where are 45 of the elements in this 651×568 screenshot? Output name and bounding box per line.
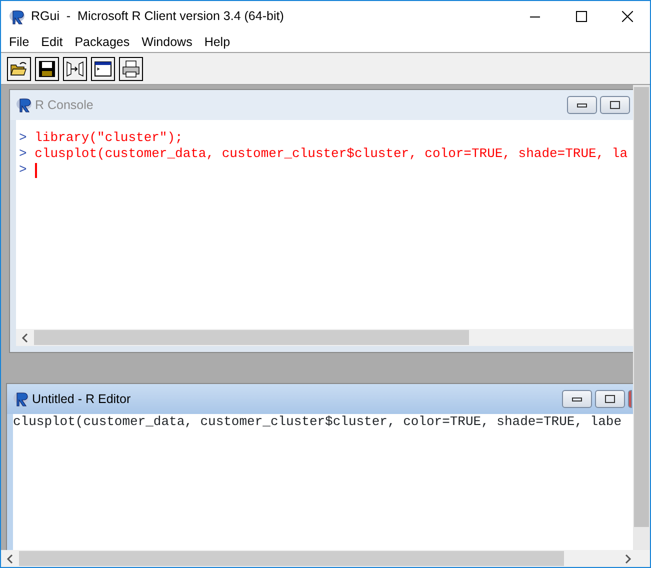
vertical-scrollbar[interactable] (633, 85, 650, 550)
restore-icon (605, 395, 615, 403)
code-line: clusplot(customer_data, customer_cluster$cluster, color=TRUE, shade=TRUE, la (34, 146, 628, 162)
scrollbar-thumb[interactable] (19, 551, 564, 566)
prompt-symbol: > (19, 130, 27, 146)
open-folder-icon (10, 60, 28, 78)
printer-icon (122, 60, 140, 78)
load-arrow-icon (66, 60, 84, 78)
window-title: Untitled - R Editor (32, 390, 132, 408)
console-window-icon (94, 60, 112, 78)
window-title: R Console (35, 96, 94, 114)
save-button[interactable] (35, 56, 59, 80)
restore-icon (610, 101, 620, 109)
open-button[interactable] (7, 56, 31, 80)
maximize-icon (576, 11, 586, 22)
r-logo-icon (16, 97, 32, 113)
restore-button[interactable] (595, 390, 625, 408)
prompt-symbol: > (19, 146, 27, 162)
code-line: clusplot(customer_data, customer_cluster$cluster, color=TRUE, shade=TRUE, labe (13, 414, 622, 430)
code-line: library("cluster"); (34, 130, 183, 146)
horizontal-scrollbar[interactable] (1, 550, 650, 567)
menu-item[interactable]: Edit (35, 34, 69, 50)
minimize-button[interactable] (567, 96, 597, 114)
menu-item[interactable]: File (3, 34, 36, 50)
minimize-icon (577, 102, 587, 108)
close-icon (622, 11, 632, 22)
menu-item[interactable]: Packages (68, 34, 136, 50)
menu-item[interactable]: Windows (136, 34, 198, 50)
restore-button[interactable] (600, 96, 630, 114)
scrollbar-thumb[interactable] (34, 330, 469, 345)
r-logo-icon (13, 391, 29, 407)
scroll-right-icon[interactable] (623, 554, 633, 564)
print-button[interactable] (119, 56, 143, 80)
window-title: RGui - Microsoft R Client version 3.4 (64-bit) (31, 8, 285, 26)
minimize-icon (572, 396, 582, 402)
r-logo-icon (9, 8, 25, 24)
prompt-symbol: > (19, 162, 27, 178)
minimize-button[interactable] (562, 390, 592, 408)
scroll-left-icon[interactable] (20, 332, 30, 342)
console-button[interactable] (91, 56, 115, 80)
scrollbar-thumb[interactable] (634, 87, 649, 527)
horizontal-scrollbar[interactable] (16, 329, 635, 346)
menu-item[interactable]: Help (198, 34, 236, 50)
scroll-left-icon[interactable] (5, 554, 15, 564)
load-button[interactable] (63, 56, 87, 80)
